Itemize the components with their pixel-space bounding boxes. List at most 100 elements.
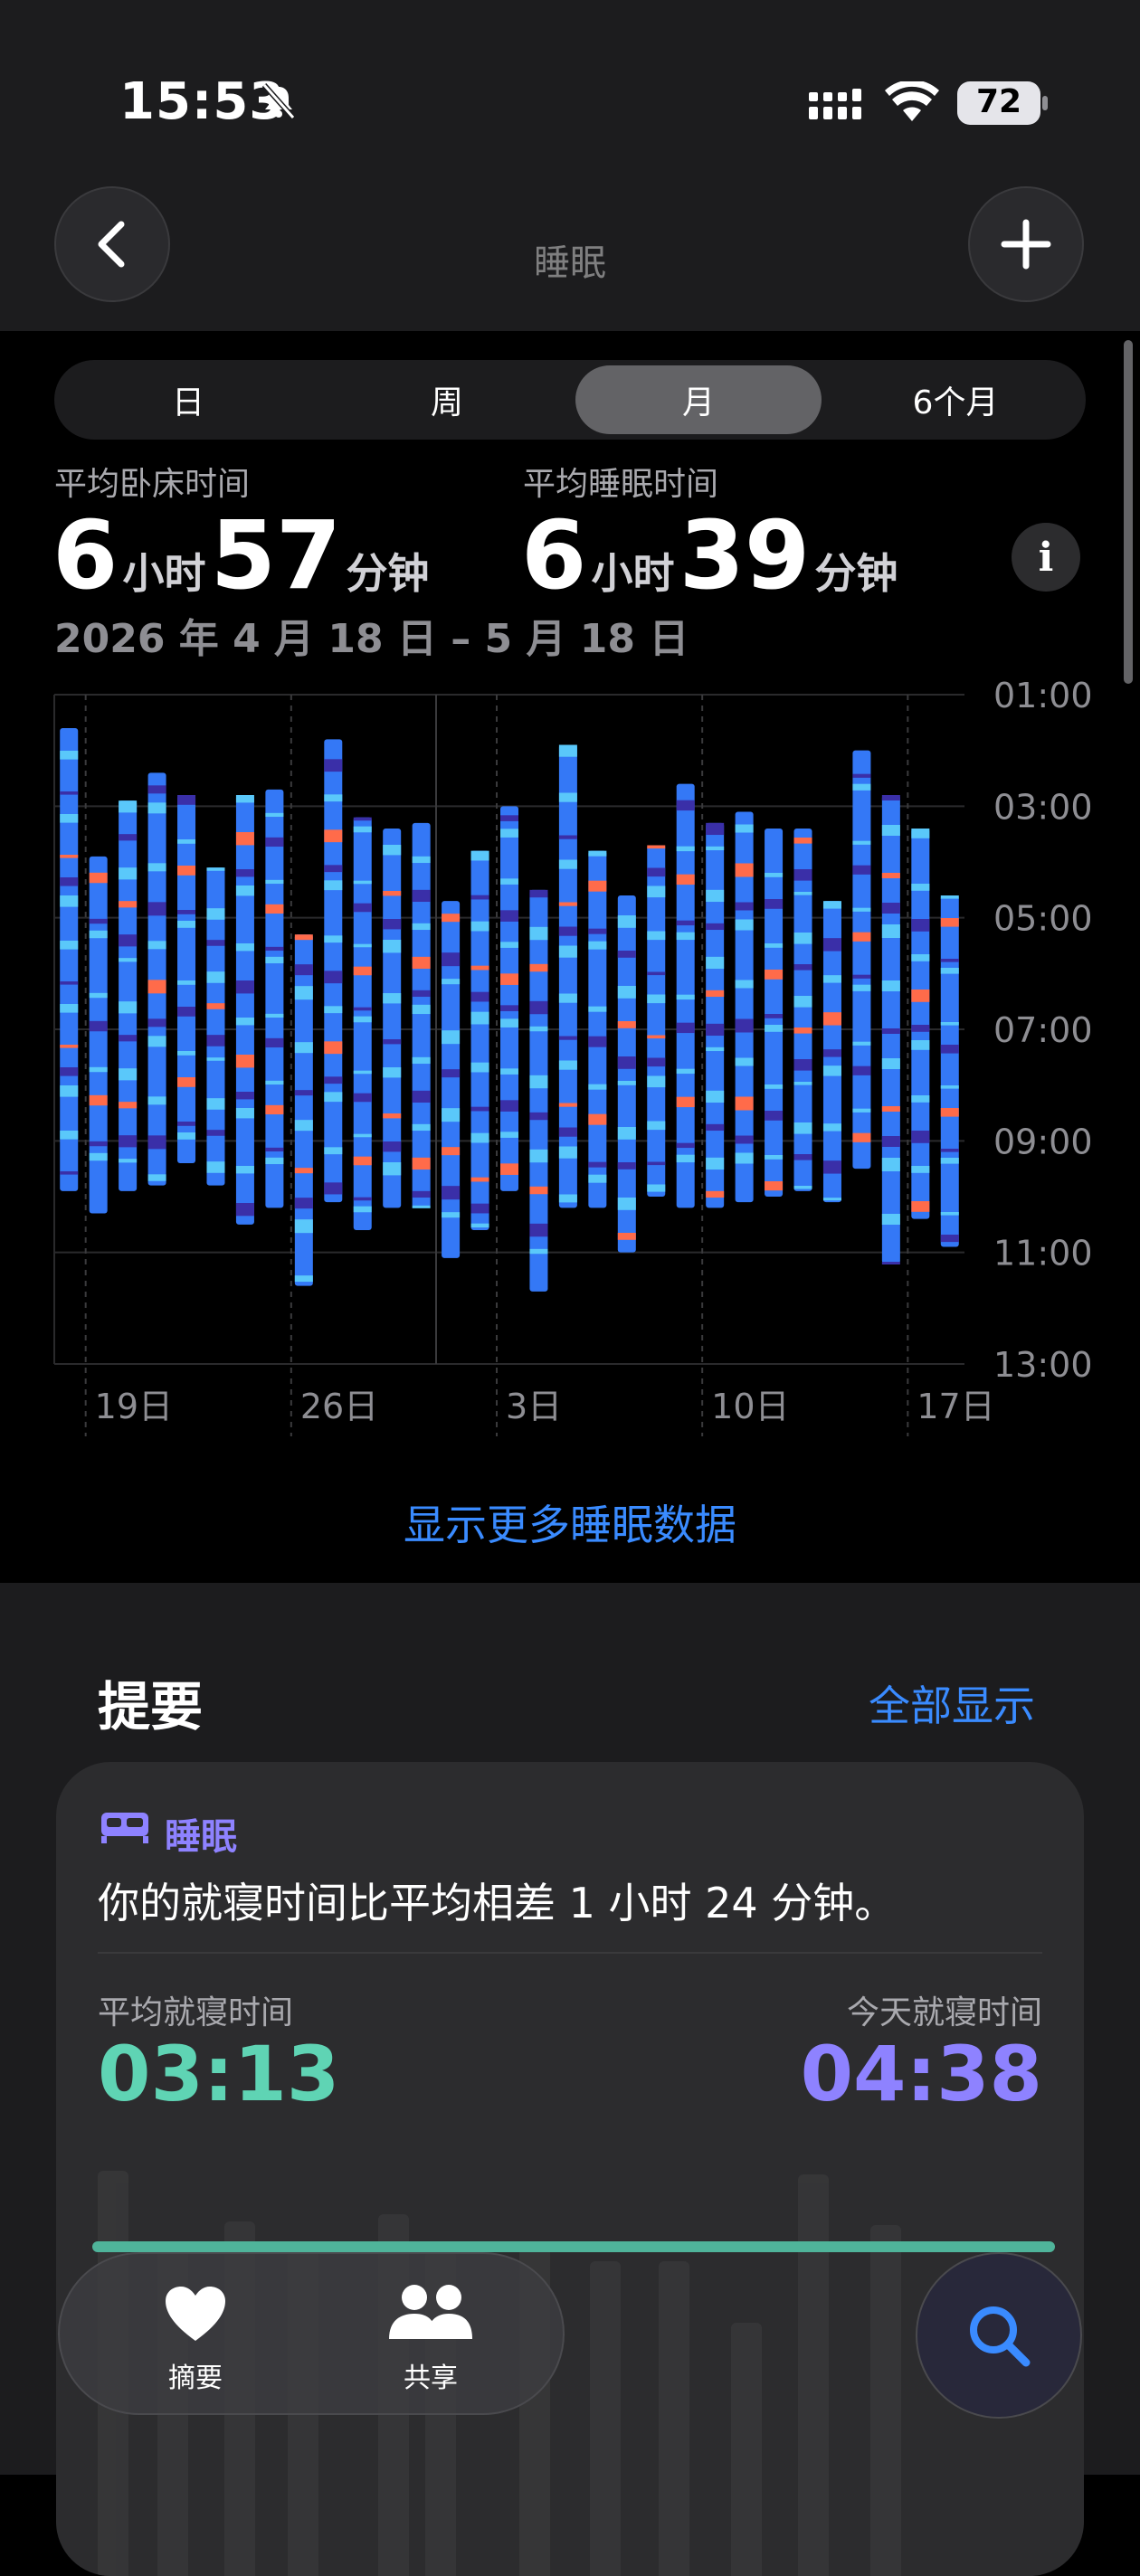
sleep-bar[interactable] — [265, 789, 284, 1208]
sleep-stage-segment — [765, 1014, 784, 1018]
sleep-stage-segment — [60, 855, 79, 858]
sleep-bar[interactable] — [765, 829, 784, 1197]
segment-6-months[interactable]: 6个月 — [832, 365, 1078, 434]
sleep-bar[interactable] — [353, 817, 372, 1230]
sleep-stage-segment — [294, 1042, 313, 1054]
y-tick-label: 13:00 — [993, 1345, 1093, 1385]
sleep-stage-segment — [383, 845, 402, 856]
sleep-bar[interactable] — [294, 934, 313, 1286]
info-button[interactable]: i — [1012, 523, 1080, 592]
sleep-bar[interactable] — [529, 889, 548, 1292]
sleep-bar[interactable] — [647, 845, 666, 1198]
sleep-stage-segment — [324, 759, 343, 772]
sleep-stage-segment — [119, 1135, 138, 1148]
sleep-stage-segment — [60, 1085, 79, 1097]
sleep-stage-segment — [940, 1212, 959, 1216]
sleep-stage-segment — [265, 1037, 284, 1048]
sleep-bar[interactable] — [147, 772, 166, 1186]
sleep-stage-segment — [177, 921, 196, 928]
sleep-stage-segment — [206, 1057, 225, 1061]
average-bedtime-line — [92, 2241, 1055, 2252]
sleep-stage-segment — [119, 1001, 138, 1014]
sleep-stage-segment — [470, 1223, 489, 1228]
sleep-stage-segment — [177, 980, 196, 985]
sleep-stage-segment — [235, 1018, 254, 1026]
sleep-stage-segment — [793, 964, 812, 971]
sleep-bar[interactable] — [324, 739, 343, 1203]
info-icon: i — [1038, 534, 1054, 581]
sleep-stage-segment — [119, 1035, 138, 1042]
sleep-stage-segment — [911, 1095, 930, 1103]
sleep-stage-segment — [706, 822, 725, 836]
sleep-bar[interactable] — [822, 901, 841, 1203]
sleep-stage-segment — [235, 1166, 254, 1174]
sleep-stage-segment — [558, 945, 577, 958]
sleep-stage-segment — [119, 934, 138, 947]
sleep-stage-segment — [353, 1133, 372, 1138]
show-all-link[interactable]: 全部显示 — [869, 1673, 1035, 1733]
sleep-stage-segment — [119, 1102, 138, 1109]
sleep-stage-segment — [206, 1003, 225, 1009]
sleep-bar[interactable] — [558, 744, 577, 1208]
sleep-stage-segment — [324, 865, 343, 873]
add-button[interactable] — [968, 186, 1084, 302]
mute-icon — [259, 81, 299, 125]
sleep-bar[interactable] — [89, 856, 108, 1214]
sleep-stage-segment — [119, 1159, 138, 1163]
sleep-stage-segment — [89, 1094, 108, 1106]
sleep-bar[interactable] — [911, 829, 930, 1219]
sleep-stage-segment — [647, 845, 666, 849]
search-button[interactable] — [916, 2252, 1082, 2419]
sleep-stage-segment — [412, 1090, 431, 1103]
sleep-stage-segment — [500, 1018, 518, 1028]
sleep-bar[interactable] — [735, 811, 754, 1203]
sleep-bar-core — [119, 800, 138, 1191]
sleep-bar[interactable] — [206, 867, 225, 1186]
tab-summary[interactable]: 摘要 — [132, 2272, 259, 2399]
sleep-bar[interactable] — [383, 829, 402, 1208]
sleep-bar[interactable] — [793, 829, 812, 1191]
segment-month[interactable]: 月 — [575, 365, 822, 434]
sleep-bar[interactable] — [470, 850, 489, 1230]
sleep-stage-segment — [412, 990, 431, 998]
sleep-bar[interactable] — [442, 901, 461, 1258]
sleep-bar[interactable] — [500, 806, 518, 1191]
sleep-stage-segment — [500, 910, 518, 922]
sleep-bar[interactable] — [852, 750, 871, 1170]
sleep-bar[interactable] — [177, 795, 196, 1163]
sleep-stage-segment — [588, 1161, 607, 1168]
sleep-bar[interactable] — [881, 795, 900, 1264]
sleep-stage-segment — [881, 1106, 900, 1112]
sleep-bar[interactable] — [235, 795, 254, 1225]
sleep-bar[interactable] — [412, 822, 431, 1208]
sleep-bar[interactable] — [617, 895, 636, 1253]
sleep-stage-segment — [617, 1162, 636, 1170]
sleep-stage-segment — [852, 907, 871, 912]
sleep-stage-segment — [911, 1025, 930, 1032]
sleep-bar[interactable] — [60, 728, 79, 1191]
sleep-stage-segment — [558, 744, 577, 757]
sleep-stage-segment — [647, 1184, 666, 1192]
sleep-bar-core — [265, 789, 284, 1208]
sleep-bar[interactable] — [588, 850, 607, 1208]
segment-week[interactable]: 周 — [324, 365, 570, 434]
scrollbar[interactable] — [1124, 340, 1133, 684]
sleep-stage-segment — [940, 1108, 959, 1117]
segment-day[interactable]: 日 — [65, 365, 311, 434]
sleep-stage-segment — [177, 1077, 196, 1087]
sleep-stage-segment — [60, 941, 79, 950]
sleep-chart[interactable]: 01:00 03:00 05:00 07:00 09:00 11:00 13:00 19日 26… — [0, 669, 1140, 1447]
sleep-bar[interactable] — [940, 895, 959, 1247]
sleep-stage-segment — [147, 980, 166, 994]
sleep-stage-segment — [647, 867, 666, 877]
sleep-stage-segment — [353, 1156, 372, 1166]
sleep-bar[interactable] — [706, 822, 725, 1208]
sleep-bar[interactable] — [676, 783, 695, 1208]
back-button[interactable] — [54, 186, 170, 302]
sleep-bar[interactable] — [119, 800, 138, 1191]
sleep-stage-segment — [353, 1197, 372, 1201]
tab-sharing[interactable]: 共享 — [367, 2272, 494, 2399]
sleep-stage-segment — [881, 795, 900, 800]
tab-summary-label: 摘要 — [168, 2363, 223, 2394]
show-more-sleep-data-link[interactable]: 显示更多睡眠数据 — [0, 1492, 1140, 1552]
